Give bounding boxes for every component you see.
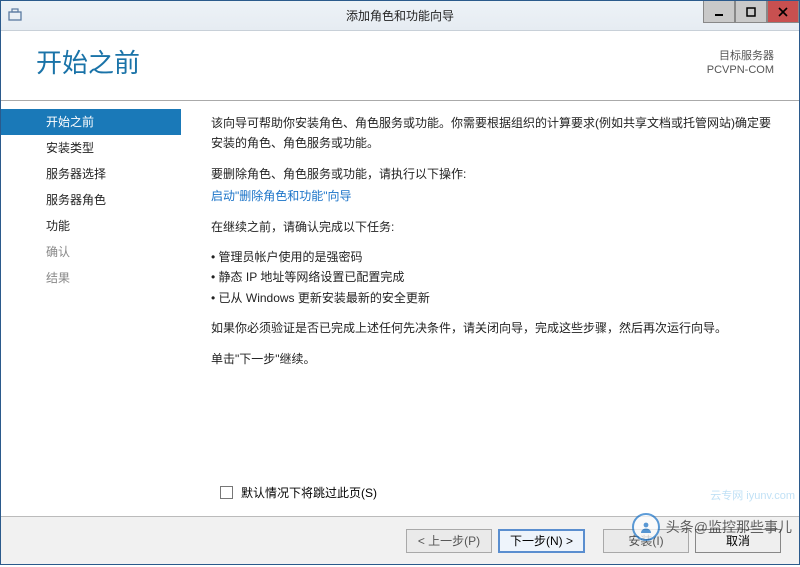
wizard-content: 该向导可帮助你安装角色、角色服务或功能。你需要根据组织的计算要求(例如共享文档或… bbox=[181, 101, 799, 516]
window-controls bbox=[703, 1, 799, 23]
sidebar-item-install-type[interactable]: 安装类型 bbox=[1, 135, 181, 161]
sidebar-item-server-selection[interactable]: 服务器选择 bbox=[1, 161, 181, 187]
wizard-window: 添加角色和功能向导 开始之前 目标服务器 PCVPN-COM 开始之前 安装类型… bbox=[0, 0, 800, 565]
sidebar-item-server-roles[interactable]: 服务器角色 bbox=[1, 187, 181, 213]
close-button[interactable] bbox=[767, 1, 799, 23]
prereq-item: 已从 Windows 更新安装最新的安全更新 bbox=[211, 288, 774, 308]
app-icon bbox=[7, 8, 23, 24]
verify-note: 如果你必须验证是否已完成上述任何先决条件，请关闭向导，完成这些步骤，然后再次运行… bbox=[211, 318, 774, 338]
skip-page-checkbox[interactable] bbox=[220, 486, 233, 499]
skip-page-row: 默认情况下将跳过此页(S) bbox=[220, 484, 377, 501]
page-title: 开始之前 bbox=[36, 43, 140, 80]
target-server-label: 目标服务器 bbox=[707, 49, 774, 63]
target-server-name: PCVPN-COM bbox=[707, 63, 774, 77]
sidebar-item-features[interactable]: 功能 bbox=[1, 213, 181, 239]
wizard-sidebar: 开始之前 安装类型 服务器选择 服务器角色 功能 确认 结果 bbox=[1, 101, 181, 516]
wizard-body: 开始之前 安装类型 服务器选择 服务器角色 功能 确认 结果 该向导可帮助你安装… bbox=[1, 101, 799, 516]
cancel-button[interactable]: 取消 bbox=[695, 529, 781, 553]
window-title: 添加角色和功能向导 bbox=[1, 7, 799, 24]
prereq-item: 静态 IP 地址等网络设置已配置完成 bbox=[211, 267, 774, 287]
continue-note: 单击"下一步"继续。 bbox=[211, 349, 774, 369]
maximize-button[interactable] bbox=[735, 1, 767, 23]
remove-prompt: 要删除角色、角色服务或功能，请执行以下操作: bbox=[211, 164, 774, 184]
sidebar-item-before-you-begin[interactable]: 开始之前 bbox=[1, 109, 181, 135]
titlebar: 添加角色和功能向导 bbox=[1, 1, 799, 31]
intro-text: 该向导可帮助你安装角色、角色服务或功能。你需要根据组织的计算要求(例如共享文档或… bbox=[211, 113, 774, 154]
wizard-footer: < 上一步(P) 下一步(N) > 安装(I) 取消 bbox=[1, 516, 799, 564]
pre-tasks-heading: 在继续之前，请确认完成以下任务: bbox=[211, 217, 774, 237]
wizard-header: 开始之前 目标服务器 PCVPN-COM bbox=[1, 31, 799, 101]
install-button: 安装(I) bbox=[603, 529, 689, 553]
remove-roles-link[interactable]: 启动"删除角色和功能"向导 bbox=[211, 189, 352, 203]
next-button[interactable]: 下一步(N) > bbox=[498, 529, 585, 553]
prereq-list: 管理员帐户使用的是强密码 静态 IP 地址等网络设置已配置完成 已从 Windo… bbox=[211, 247, 774, 308]
sidebar-item-confirm: 确认 bbox=[1, 239, 181, 265]
sidebar-item-results: 结果 bbox=[1, 265, 181, 291]
previous-button: < 上一步(P) bbox=[406, 529, 492, 553]
minimize-button[interactable] bbox=[703, 1, 735, 23]
skip-page-label[interactable]: 默认情况下将跳过此页(S) bbox=[241, 484, 377, 501]
prereq-item: 管理员帐户使用的是强密码 bbox=[211, 247, 774, 267]
target-server-box: 目标服务器 PCVPN-COM bbox=[707, 43, 774, 78]
